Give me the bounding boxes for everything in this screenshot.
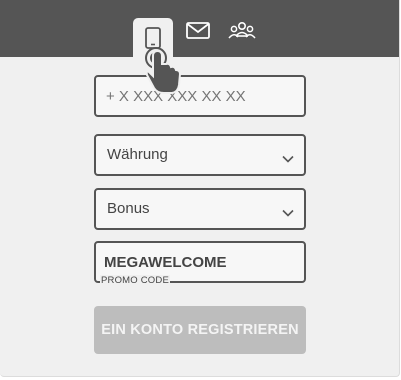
currency-select[interactable]: Währung: [94, 134, 306, 176]
tab-social[interactable]: [222, 18, 262, 62]
currency-select-label: Währung: [107, 146, 168, 163]
phone-input[interactable]: [106, 77, 296, 115]
group-icon: [227, 18, 257, 47]
chevron-down-icon: [282, 150, 294, 168]
promo-code-label: PROMO CODE: [100, 275, 170, 286]
hand-pointer-icon: [140, 42, 188, 103]
chevron-down-icon: [282, 204, 294, 222]
registration-card: Währung Bonus MEGAWELCOME PROMO CODE EIN…: [0, 0, 400, 377]
register-button[interactable]: EIN KONTO REGISTRIEREN: [94, 306, 306, 354]
mail-icon: [185, 18, 211, 47]
bonus-select[interactable]: Bonus: [94, 188, 306, 230]
promo-code-field[interactable]: MEGAWELCOME PROMO CODE: [94, 241, 306, 286]
phone-field[interactable]: [94, 75, 306, 117]
bonus-select-label: Bonus: [107, 200, 150, 217]
promo-code-value: MEGAWELCOME: [104, 254, 227, 271]
